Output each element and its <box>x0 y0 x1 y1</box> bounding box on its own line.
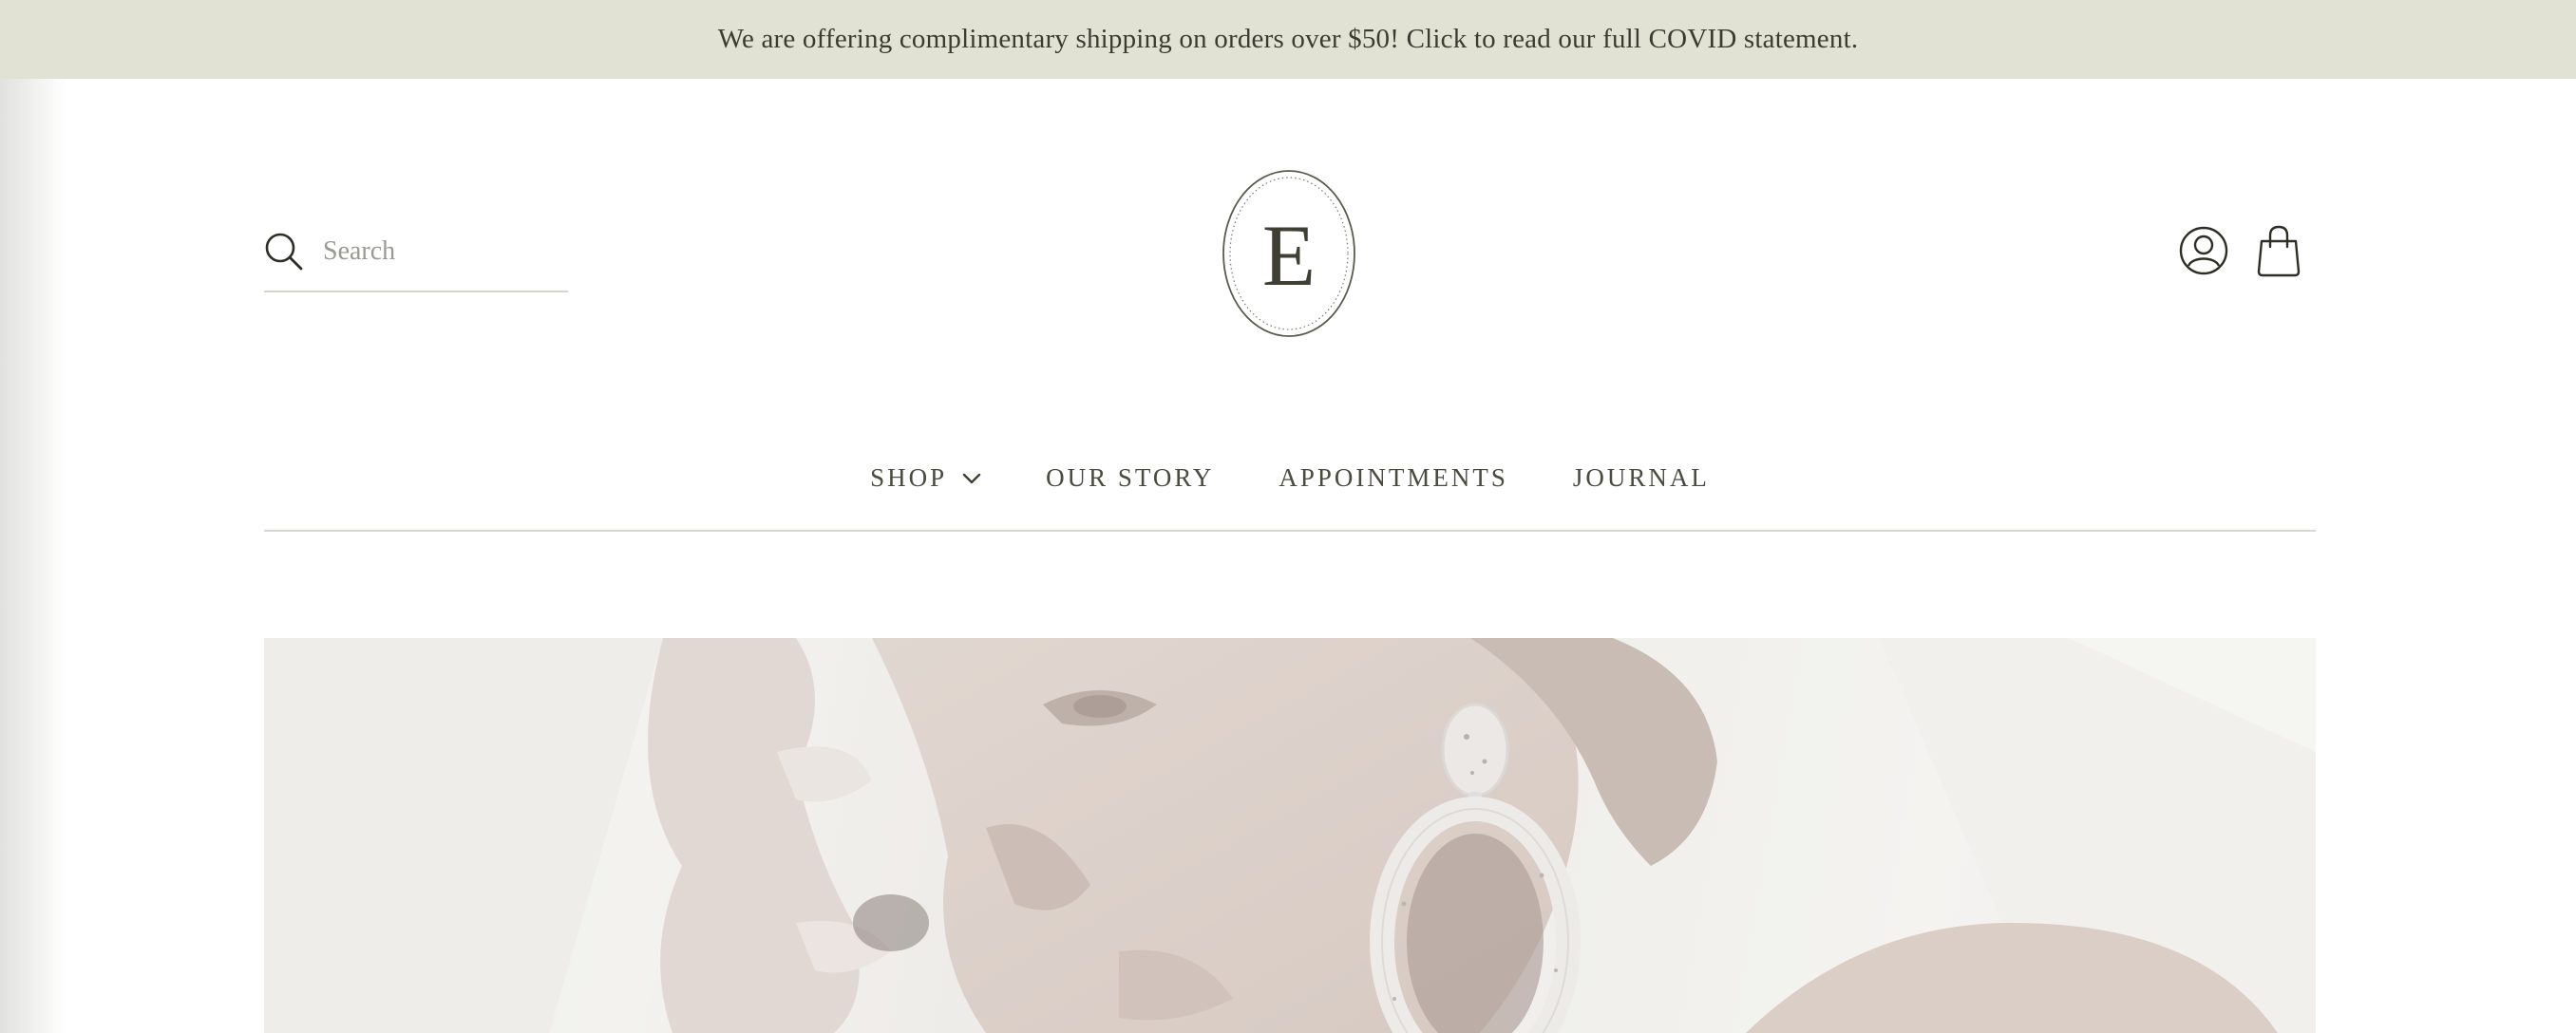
search-bar[interactable] <box>264 224 568 292</box>
nav-item-appointments[interactable]: APPOINTMENTS <box>1279 463 1508 493</box>
chevron-down-icon[interactable] <box>962 473 981 484</box>
nav-item-label[interactable]: OUR STORY <box>1046 463 1214 493</box>
page: We are offering complimentary shipping o… <box>0 0 2576 1033</box>
hero-image <box>264 638 2316 1033</box>
left-edge-shadow <box>0 0 66 1033</box>
logo-letter: E <box>1261 207 1316 304</box>
nav-item-our-story[interactable]: OUR STORY <box>1046 463 1214 493</box>
nav-item-label[interactable]: SHOP <box>870 463 947 493</box>
nav-item-shop[interactable]: SHOP <box>870 463 981 493</box>
shopping-bag-icon[interactable] <box>2257 224 2301 277</box>
user-icon[interactable] <box>2179 226 2228 275</box>
nav-item-label[interactable]: JOURNAL <box>1573 463 1710 493</box>
nav-item-journal[interactable]: JOURNAL <box>1573 463 1710 493</box>
hero-photo-model-with-earring <box>264 638 2316 1033</box>
main-nav: SHOP OUR STORY APPOINTMENTS JOURNAL <box>264 450 2316 532</box>
nav-item-label[interactable]: APPOINTMENTS <box>1279 463 1508 493</box>
search-input[interactable] <box>323 236 551 267</box>
announcement-text[interactable]: We are offering complimentary shipping o… <box>718 24 1859 55</box>
brand-logo[interactable]: E <box>1222 169 1356 338</box>
announcement-bar[interactable]: We are offering complimentary shipping o… <box>0 0 2576 79</box>
search-icon[interactable] <box>264 232 304 272</box>
